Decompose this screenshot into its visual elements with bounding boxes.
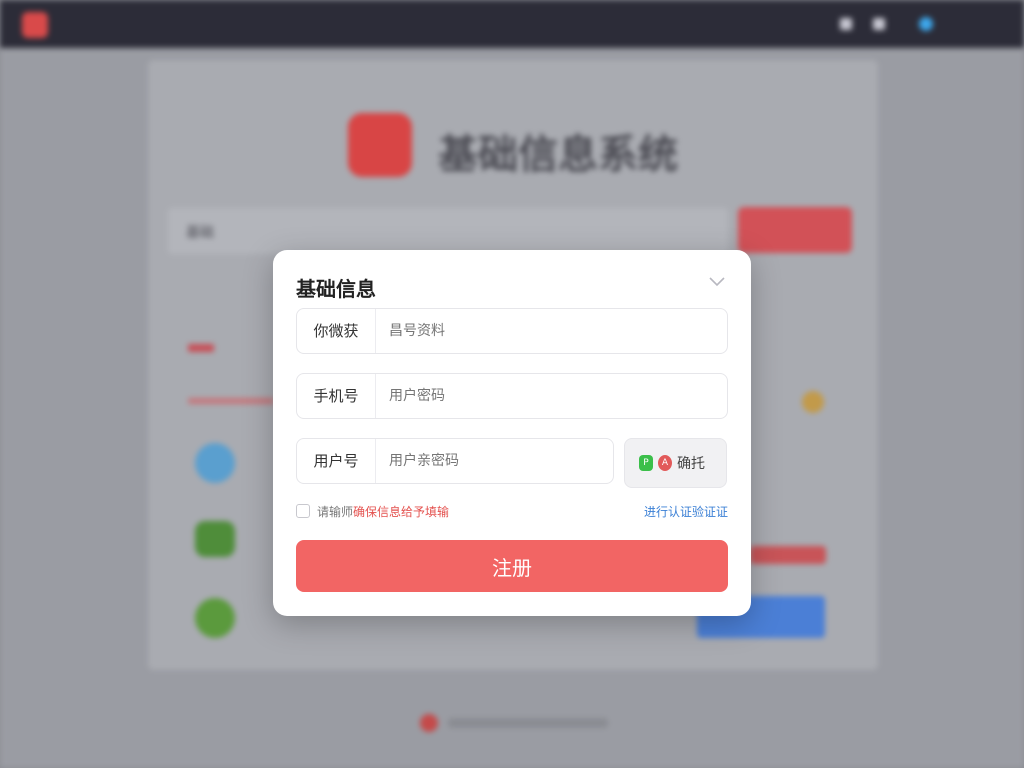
captcha-green-icon: P <box>639 455 653 471</box>
bell-icon <box>840 18 852 30</box>
modal-title: 基础信息 <box>296 277 376 301</box>
hero-logo-icon <box>348 113 412 177</box>
verify-link[interactable]: 进行认证验证证 <box>644 503 728 520</box>
background-app-icon-blue <box>195 443 235 483</box>
username-field[interactable]: 用户号 <box>296 438 614 484</box>
agreement-checkbox[interactable] <box>296 504 310 518</box>
agreement-row: 请输师确保信息给予填输 进行认证验证证 <box>296 501 728 521</box>
register-button[interactable]: 注册 <box>296 540 728 592</box>
username-label: 用户号 <box>297 439 376 483</box>
top-bar <box>0 0 1024 48</box>
background-badge-icon <box>802 391 824 413</box>
agreement-link[interactable]: 确保信息给予填输 <box>353 505 449 519</box>
footer-logo-icon <box>420 714 438 732</box>
agreement-text: 请输师确保信息给予填输 <box>317 503 449 520</box>
background-red-bar <box>750 546 826 564</box>
nickname-label: 你微获 <box>297 309 376 353</box>
mail-icon <box>873 18 885 30</box>
background-red-tag <box>188 344 214 352</box>
background-tab-label: 基础 <box>186 225 214 241</box>
background-action-button <box>738 207 852 253</box>
captcha-text: 确托 <box>677 456 705 472</box>
username-input[interactable] <box>389 439 599 483</box>
phone-input[interactable] <box>389 374 689 418</box>
background-app-icon-green-2 <box>195 598 235 638</box>
shield-logo-icon <box>22 12 48 38</box>
phone-label: 手机号 <box>297 374 376 418</box>
phone-field[interactable]: 手机号 <box>296 373 728 419</box>
captcha-button[interactable]: P A 确托 <box>624 438 727 488</box>
captcha-red-icon: A <box>658 455 672 471</box>
hero-title: 基础信息系统 <box>438 132 678 178</box>
chevron-down-icon[interactable] <box>707 272 727 292</box>
background-tab-bar <box>168 208 728 254</box>
nickname-input[interactable] <box>389 309 689 353</box>
avatar <box>919 17 933 31</box>
agreement-prefix: 请输师 <box>317 505 354 519</box>
basic-info-modal: 基础信息 你微获 手机号 用户号 P A 确托 请输师确保信息给予填输 进行认证… <box>273 250 751 616</box>
nickname-field[interactable]: 你微获 <box>296 308 728 354</box>
background-red-text <box>188 398 274 404</box>
footer-text <box>448 718 608 728</box>
background-app-icon-green <box>195 521 235 557</box>
